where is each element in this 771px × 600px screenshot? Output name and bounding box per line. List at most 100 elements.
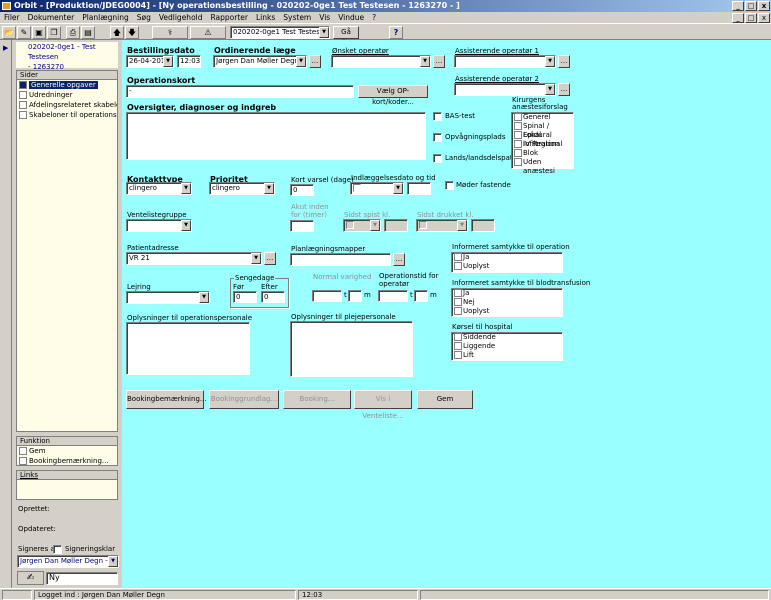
sidst-drukket-date[interactable]: ▼ <box>416 219 468 232</box>
arrow-up-icon[interactable]: 🡅 <box>110 26 124 39</box>
korsel-liggende[interactable]: Liggende <box>452 342 562 351</box>
kontakttype-select[interactable]: clingero ▼ <box>126 182 192 195</box>
sengedage-efter-input[interactable]: 0 <box>261 291 285 303</box>
korsel-lift[interactable]: Lift <box>452 351 562 360</box>
patientadresse-select[interactable]: VR 21 ▼ <box>126 252 262 265</box>
signeringsklar-checkbox[interactable] <box>53 545 62 554</box>
moder-fastende-checkbox[interactable] <box>445 181 454 190</box>
anaestesi-iv-regional[interactable]: IV Regional <box>512 140 573 149</box>
anaestesi-generel[interactable]: Generel <box>512 113 573 122</box>
sengedage-for-input[interactable]: 0 <box>233 291 257 303</box>
normal-varighed-timer[interactable] <box>312 290 342 302</box>
samtykke-blod-uoplyst[interactable]: Uoplyst <box>452 307 562 316</box>
menu-planlaegning[interactable]: Planlægning <box>78 12 133 23</box>
operationstid-min[interactable] <box>414 290 428 302</box>
sidebar-item-udredninger[interactable]: Udredninger <box>17 90 117 100</box>
signer-user-select[interactable]: Jørgen Dan Møller Degn - JDE ▼ <box>17 555 119 568</box>
menu-vedligehold[interactable]: Vedligehold <box>155 12 207 23</box>
bas-test-checkbox[interactable] <box>433 112 442 121</box>
sidebar-item-generelle-opgaver[interactable]: Generelle opgaver <box>17 80 117 90</box>
planlaegning-lookup-button[interactable]: ... <box>393 253 405 266</box>
patient-lookup-icon[interactable]: ⚕ <box>152 26 188 39</box>
assist2-lookup-button[interactable]: ... <box>558 83 570 96</box>
menu-rapporter[interactable]: Rapporter <box>207 12 252 23</box>
akut-input[interactable] <box>290 220 314 232</box>
korsel-siddende[interactable]: Siddende <box>452 333 562 342</box>
lands-checkbox[interactable] <box>433 154 442 163</box>
vis-venteliste-button[interactable]: Vis i Venteliste... <box>354 390 412 420</box>
signature-pen-icon[interactable]: ✍ <box>17 571 44 585</box>
funktion-bookingbemaerkning[interactable]: Bookingbemærkning... <box>17 456 117 466</box>
assist1-select[interactable]: ▼ <box>454 55 556 68</box>
menu-vis[interactable]: Vis <box>315 12 334 23</box>
menu-help[interactable]: ? <box>368 12 380 23</box>
indlaeggelsesdato-select[interactable]: ▼ <box>350 182 404 195</box>
oplysninger-pleje-textarea[interactable] <box>290 321 413 377</box>
print-icon[interactable]: ⎙ <box>66 26 80 39</box>
mdi-close-button[interactable]: x <box>758 13 770 23</box>
operationskort-input[interactable]: - <box>126 85 354 98</box>
onsket-operator-lookup-button[interactable]: ... <box>433 55 445 68</box>
ordinerende-lookup-button[interactable]: ... <box>309 55 321 68</box>
vaelg-op-kort-button[interactable]: Vælg OP-kort/koder... <box>358 85 428 106</box>
mdi-minimize-button[interactable]: _ <box>732 13 744 23</box>
kort-varsel-input[interactable]: 0 <box>290 184 314 196</box>
goto-button[interactable]: Gå til... <box>333 26 359 47</box>
assist1-lookup-button[interactable]: ... <box>558 55 570 68</box>
anaestesi-spinal[interactable]: Spinal / Epidural <box>512 122 573 139</box>
bookingbemaerkning-button[interactable]: Bookingbemærkning... <box>126 390 207 409</box>
help-button[interactable]: ? <box>389 26 403 39</box>
sidebar-item-skabeloner[interactable]: Skabeloner til operationskort <box>17 110 117 120</box>
minimize-button[interactable]: _ <box>732 1 744 11</box>
edit-pencil-icon[interactable]: ✎ <box>17 26 31 39</box>
copy-icon[interactable]: ❐ <box>47 26 61 39</box>
sidst-spist-time[interactable] <box>384 219 408 232</box>
bookinggrundlag-button[interactable]: Bookinggrundlag... <box>209 390 279 409</box>
ordinerende-select[interactable]: Jørgen Dan Møller Degn ▼ <box>213 55 307 68</box>
samtykke-blod-nej[interactable]: Nej <box>452 298 562 307</box>
onsket-operator-select[interactable]: ▼ <box>331 55 431 68</box>
opvagningsplads-checkbox[interactable] <box>433 133 442 142</box>
maximize-button[interactable]: □ <box>745 1 757 11</box>
oplysninger-op-textarea[interactable] <box>126 322 250 375</box>
bestillingsdato-input[interactable]: 26-04-2012 ▼ <box>126 55 174 68</box>
gem-button[interactable]: Gem <box>417 390 473 409</box>
lejring-select[interactable]: ▼ <box>126 291 210 304</box>
patientadresse-lookup-button[interactable]: ... <box>264 252 276 265</box>
menu-system[interactable]: System <box>279 12 315 23</box>
anaestesi-lokal[interactable]: Lokal infiltration <box>512 131 573 148</box>
bestillingstid-input[interactable]: 12:03 <box>177 55 201 68</box>
menu-links[interactable]: Links <box>252 12 279 23</box>
sidebar-item-afdelingsrelateret[interactable]: Afdelingsrelateret skabelon <box>17 100 117 110</box>
print-preview-icon[interactable]: ▤ <box>81 26 95 39</box>
sidst-drukket-time[interactable] <box>471 219 495 232</box>
expand-arrow-icon[interactable]: ▶ <box>3 44 8 52</box>
prioritet-select[interactable]: clingero ▼ <box>209 182 275 195</box>
menu-vindue[interactable]: Vindue <box>334 12 368 23</box>
sidst-spist-date[interactable]: ▼ <box>343 219 381 232</box>
oversigt-textarea[interactable] <box>126 112 426 160</box>
arrow-down-icon[interactable]: 🡇 <box>125 26 139 39</box>
samtykke-op-uoplyst[interactable]: Uoplyst <box>452 262 562 271</box>
anaestesi-uden[interactable]: Uden anæstesi <box>512 158 573 175</box>
anaestesi-blok[interactable]: Blok <box>512 149 573 158</box>
planlaegning-input[interactable] <box>290 253 391 266</box>
ventelistegruppe-select[interactable]: ▼ <box>126 219 192 232</box>
samtykke-blod-ja[interactable]: Ja <box>452 289 562 298</box>
operationstid-timer[interactable] <box>378 290 408 302</box>
open-folder-icon[interactable]: 📂 <box>2 26 16 39</box>
menu-filer[interactable]: Filer <box>0 12 24 23</box>
funktion-gem[interactable]: Gem <box>17 446 117 456</box>
mdi-maximize-button[interactable]: □ <box>745 13 757 23</box>
samtykke-op-ja[interactable]: Ja <box>452 253 562 262</box>
warning-icon[interactable]: ⚠ <box>190 26 226 39</box>
menu-dokumenter[interactable]: Dokumenter <box>24 12 79 23</box>
close-button[interactable]: x <box>758 1 770 11</box>
normal-varighed-min[interactable] <box>348 290 362 302</box>
save-disk-icon[interactable]: ▣ <box>32 26 46 39</box>
assist2-select[interactable]: ▼ <box>454 83 556 96</box>
menu-sog[interactable]: Søg <box>133 12 155 23</box>
booking-button[interactable]: Booking... <box>283 390 351 409</box>
date-enable-checkbox[interactable] <box>353 184 361 192</box>
patient-select[interactable]: 020202-0ge1 Test Testesen 12 ▼ <box>230 26 330 39</box>
